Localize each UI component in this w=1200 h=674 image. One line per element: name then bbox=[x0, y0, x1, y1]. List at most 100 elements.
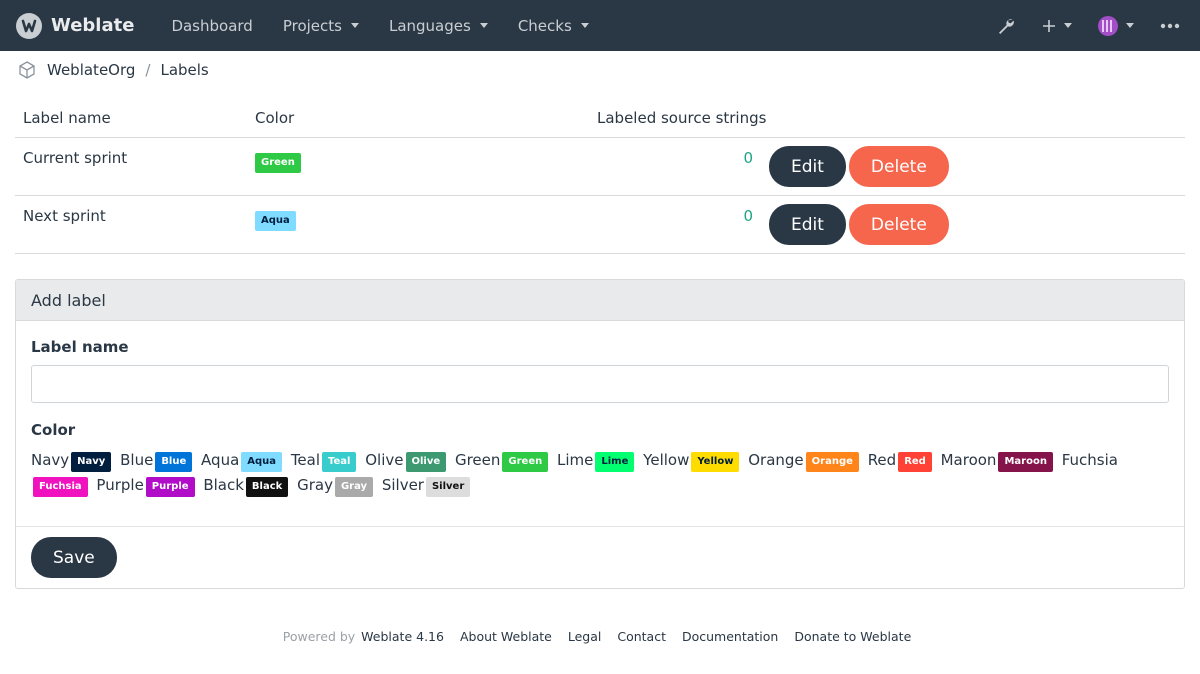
color-option-badge: Maroon bbox=[998, 452, 1053, 472]
color-option-olive[interactable]: Olive Olive bbox=[365, 451, 448, 472]
nav-dashboard-label: Dashboard bbox=[171, 16, 253, 35]
footer-link-contact[interactable]: Contact bbox=[617, 629, 666, 644]
color-option-badge: Blue bbox=[155, 452, 193, 472]
color-option-label: Navy bbox=[31, 451, 70, 469]
breadcrumb-project[interactable]: WeblateOrg bbox=[47, 61, 135, 79]
add-menu[interactable] bbox=[1042, 19, 1072, 33]
color-option-label: Purple bbox=[96, 476, 144, 494]
header-label-name: Label name bbox=[23, 109, 111, 127]
labels-table: Label name Color Labeled source strings … bbox=[15, 99, 1185, 254]
color-option-label: Aqua bbox=[201, 451, 240, 469]
nav-languages-label: Languages bbox=[388, 16, 471, 35]
label-name-cell: Next sprint bbox=[23, 207, 106, 225]
color-badge: Aqua bbox=[255, 211, 296, 231]
color-option-purple[interactable]: Purple Purple bbox=[96, 476, 196, 497]
color-option-label: Fuchsia bbox=[1061, 451, 1118, 469]
add-label-form: Label name Color Navy Navy Blue Blue Aqua A… bbox=[16, 321, 1184, 527]
delete-button[interactable]: Delete bbox=[848, 204, 949, 245]
nav-checks[interactable]: Checks bbox=[518, 17, 589, 35]
edit-button[interactable]: Edit bbox=[769, 146, 846, 187]
label-name-label: Label name bbox=[31, 338, 129, 356]
color-option-gray[interactable]: Gray Gray bbox=[297, 476, 375, 497]
color-option-label: Lime bbox=[557, 451, 594, 469]
color-option-label: Silver bbox=[381, 476, 424, 494]
chevron-down-icon bbox=[580, 23, 589, 28]
color-option-badge: Lime bbox=[595, 452, 635, 472]
color-badge: Green bbox=[255, 153, 301, 173]
color-option-badge: Olive bbox=[405, 452, 447, 472]
navbar-right bbox=[970, 0, 1180, 51]
footer-link-weblate-version[interactable]: Weblate 4.16 bbox=[361, 629, 444, 644]
footer-link-donate[interactable]: Donate to Weblate bbox=[794, 629, 911, 644]
delete-button[interactable]: Delete bbox=[848, 146, 949, 187]
chevron-down-icon bbox=[1064, 23, 1072, 28]
color-option-green[interactable]: Green Green bbox=[454, 451, 550, 472]
powered-by-text: Powered by bbox=[282, 629, 356, 644]
chevron-down-icon bbox=[479, 23, 488, 28]
user-menu[interactable] bbox=[1098, 15, 1134, 36]
chevron-down-icon bbox=[350, 23, 359, 28]
color-option-label: Yellow bbox=[643, 451, 690, 469]
color-option-black[interactable]: Black Black bbox=[203, 476, 290, 497]
label-color-cell: Aqua bbox=[247, 196, 589, 253]
color-option-label: Maroon bbox=[940, 451, 997, 469]
nav-projects-label: Projects bbox=[282, 16, 342, 35]
color-option-badge: Orange bbox=[805, 452, 859, 472]
table-row: Current sprint Green 0 Edit Delete bbox=[15, 138, 1185, 196]
color-option-badge: Yellow bbox=[691, 452, 740, 472]
nav-dashboard[interactable]: Dashboard bbox=[171, 17, 252, 35]
panel-title: Add label bbox=[16, 280, 1184, 321]
color-option-aqua[interactable]: Aqua Aqua bbox=[201, 451, 284, 472]
color-option-red[interactable]: Red Red bbox=[868, 451, 934, 472]
footer-link-about[interactable]: About Weblate bbox=[460, 629, 552, 644]
color-option-badge: Teal bbox=[322, 452, 357, 472]
table-header: Label name Color Labeled source strings bbox=[15, 99, 1185, 138]
color-option-badge: Green bbox=[502, 452, 549, 472]
breadcrumb: WeblateOrg / Labels bbox=[0, 51, 1200, 89]
label-name-input[interactable] bbox=[31, 365, 1169, 403]
nav-projects[interactable]: Projects bbox=[283, 17, 359, 35]
color-option-teal[interactable]: Teal Teal bbox=[290, 451, 359, 472]
labeled-count-link[interactable]: 0 bbox=[589, 196, 769, 253]
color-label: Color bbox=[31, 421, 76, 439]
color-option-badge: Black bbox=[245, 477, 289, 497]
nav-languages[interactable]: Languages bbox=[389, 17, 488, 35]
header-color: Color bbox=[255, 109, 295, 127]
color-option-label: Orange bbox=[748, 451, 804, 469]
brand-link[interactable]: Weblate bbox=[15, 12, 134, 40]
labeled-count-link[interactable]: 0 bbox=[589, 138, 769, 195]
more-icon[interactable] bbox=[1160, 23, 1180, 29]
color-option-label: Green bbox=[454, 451, 501, 469]
color-options: Navy Navy Blue Blue Aqua Aqua Teal Teal Oliv… bbox=[31, 448, 1169, 498]
color-option-badge: Red bbox=[898, 452, 932, 472]
footer-link-legal[interactable]: Legal bbox=[568, 629, 602, 644]
color-option-maroon[interactable]: Maroon Maroon bbox=[940, 451, 1055, 472]
color-option-label: Blue bbox=[120, 451, 154, 469]
color-option-label: Teal bbox=[290, 451, 321, 469]
color-option-silver[interactable]: Silver Silver bbox=[381, 476, 472, 497]
color-option-yellow[interactable]: Yellow Yellow bbox=[643, 451, 741, 472]
breadcrumb-separator: / bbox=[145, 61, 151, 79]
chevron-down-icon bbox=[1126, 23, 1134, 28]
color-option-label: Olive bbox=[365, 451, 404, 469]
brand-name: Weblate bbox=[51, 15, 135, 36]
color-option-blue[interactable]: Blue Blue bbox=[120, 451, 194, 472]
color-option-orange[interactable]: Orange Orange bbox=[748, 451, 861, 472]
color-option-badge: Fuchsia bbox=[33, 477, 88, 497]
table-row: Next sprint Aqua 0 Edit Delete bbox=[15, 196, 1185, 254]
save-button[interactable]: Save bbox=[31, 537, 117, 578]
color-option-lime[interactable]: Lime Lime bbox=[557, 451, 636, 472]
top-navbar: Weblate Dashboard Projects Languages Che… bbox=[0, 0, 1200, 51]
footer-link-documentation[interactable]: Documentation bbox=[682, 629, 778, 644]
color-option-badge: Silver bbox=[425, 477, 471, 497]
plus-icon bbox=[1043, 19, 1055, 32]
wrench-icon[interactable] bbox=[996, 16, 1016, 36]
color-option-badge: Aqua bbox=[241, 452, 283, 472]
row-actions: Edit Delete bbox=[769, 196, 1185, 253]
breadcrumb-labels[interactable]: Labels bbox=[160, 61, 208, 79]
edit-button[interactable]: Edit bbox=[769, 204, 846, 245]
row-actions: Edit Delete bbox=[769, 138, 1185, 195]
color-option-badge: Gray bbox=[334, 477, 374, 497]
color-option-label: Gray bbox=[297, 476, 333, 494]
color-option-navy[interactable]: Navy Navy bbox=[31, 451, 113, 472]
